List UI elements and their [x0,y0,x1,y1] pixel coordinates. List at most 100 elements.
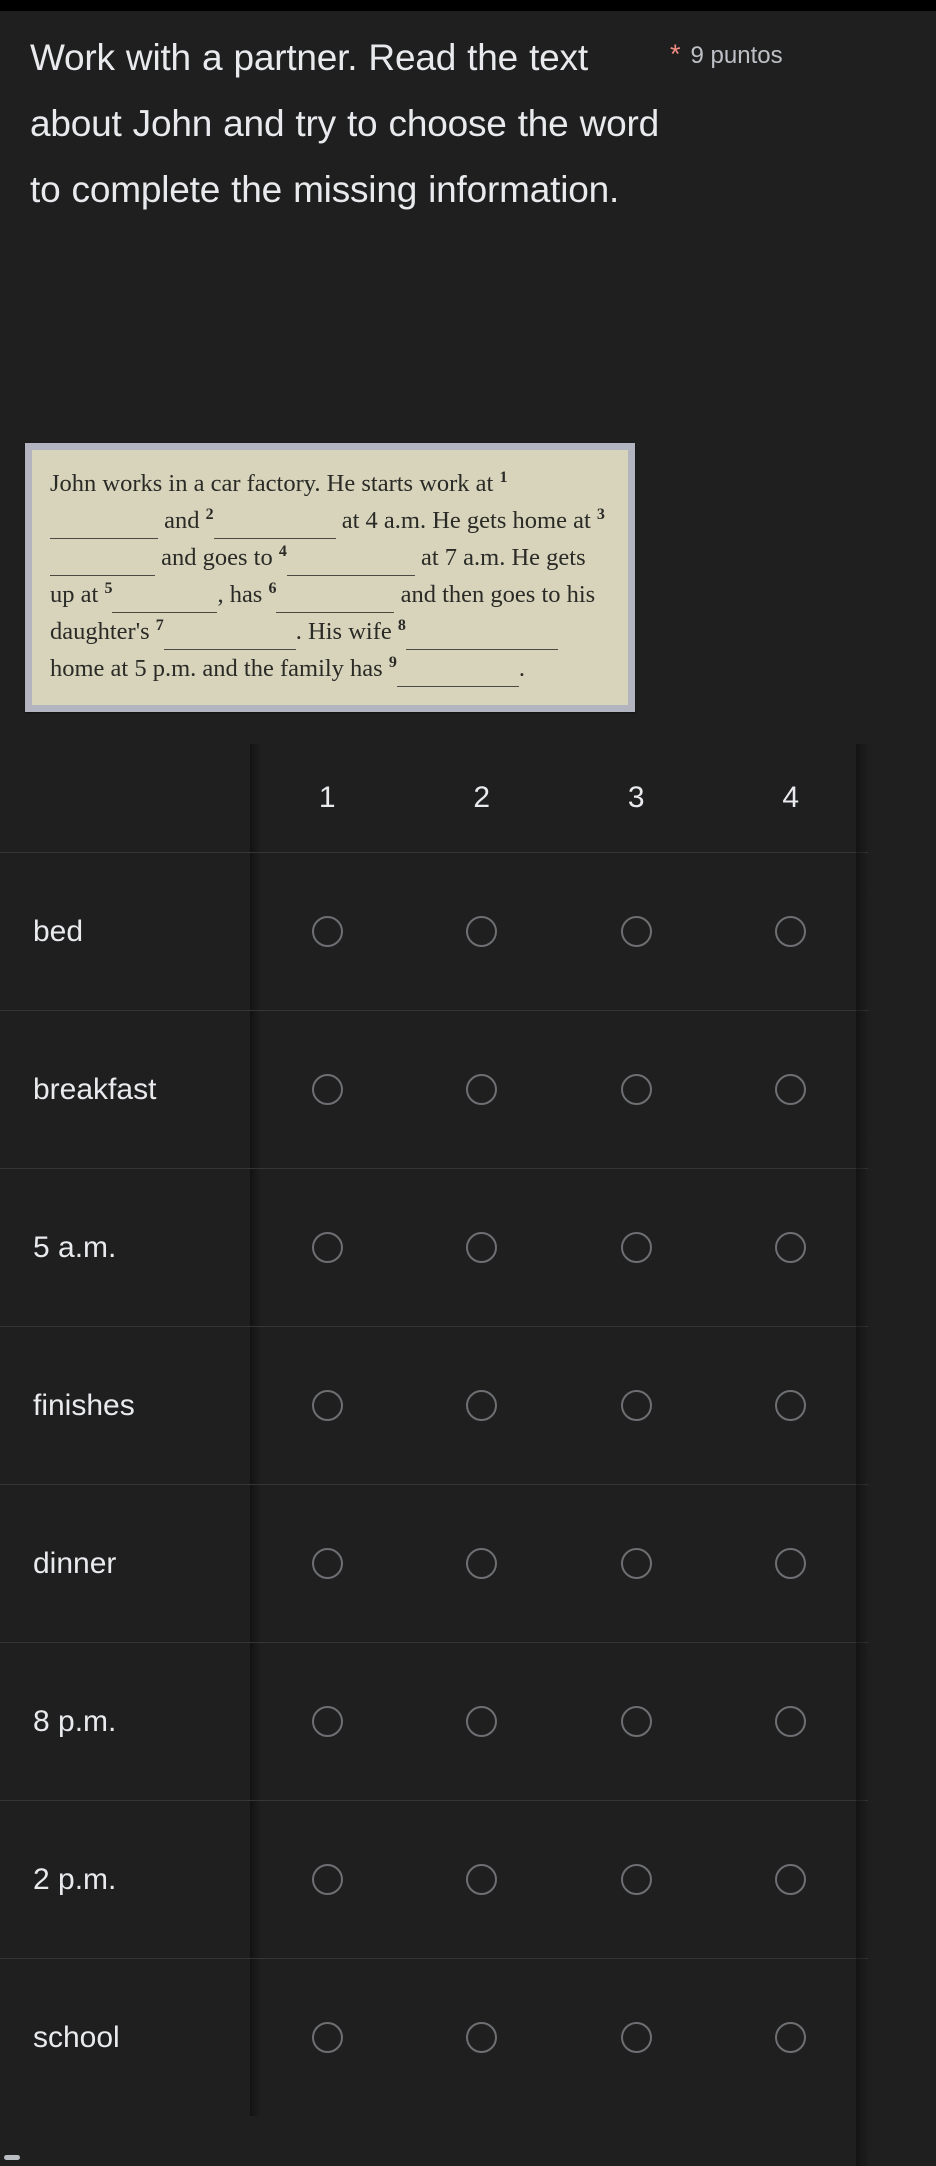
radio-button-icon[interactable] [311,1864,343,1895]
radio-button-icon[interactable] [466,1548,498,1579]
radio-button-icon[interactable] [466,916,498,947]
radio-button-icon[interactable] [775,1232,807,1263]
grid-column-header-3: 3 [559,744,714,852]
radio-cell-bed-1[interactable] [250,852,405,1010]
radio-button-icon[interactable] [311,1706,343,1737]
blank-number-8: 8 [397,616,406,634]
radio-cell-breakfast-3[interactable] [559,1010,714,1168]
radio-button-icon[interactable] [466,1390,498,1421]
radio-cell-2-p-m--4[interactable] [713,1800,868,1958]
radio-button-icon[interactable] [620,1548,652,1579]
radio-cell-school-2[interactable] [404,1958,559,2116]
blank-line-2 [213,538,336,539]
radio-button-icon[interactable] [620,1074,652,1105]
grid-row-options [250,852,868,1010]
radio-cell-dinner-3[interactable] [559,1484,714,1642]
radio-button-icon[interactable] [466,1706,498,1737]
radio-cell-5-a-m--1[interactable] [250,1168,405,1326]
grid-column-header-label: 2 [473,781,491,814]
question-header: Work with a partner. Read the text about… [0,11,936,223]
radio-button-icon[interactable] [775,1864,807,1895]
required-asterisk-icon: * [670,39,681,69]
radio-button-icon[interactable] [311,2022,343,2053]
radio-button-icon[interactable] [311,1232,343,1263]
radio-cell-8-p-m--4[interactable] [713,1642,868,1800]
blank-line-7 [163,649,296,650]
radio-cell-8-p-m--1[interactable] [250,1642,405,1800]
radio-button-icon[interactable] [620,1706,652,1737]
radio-cell-breakfast-4[interactable] [713,1010,868,1168]
radio-cell-bed-2[interactable] [404,852,559,1010]
radio-button-icon[interactable] [311,1390,343,1421]
grid-row-options [250,1484,868,1642]
radio-cell-2-p-m--1[interactable] [250,1800,405,1958]
radio-button-icon[interactable] [775,2022,807,2053]
grid-row: breakfast [0,1010,868,1168]
radio-cell-bed-4[interactable] [713,852,868,1010]
radio-button-icon[interactable] [775,916,807,947]
radio-cell-finishes-2[interactable] [404,1326,559,1484]
radio-cell-breakfast-2[interactable] [404,1010,559,1168]
radio-cell-breakfast-1[interactable] [250,1010,405,1168]
radio-cell-2-p-m--2[interactable] [404,1800,559,1958]
radio-button-icon[interactable] [466,1864,498,1895]
passage-fragment-10: the family has [243,655,389,682]
radio-button-icon[interactable] [466,2022,498,2053]
passage-fragment-11: . [518,655,525,682]
blank-line-6 [276,612,395,613]
radio-cell-8-p-m--3[interactable] [559,1642,714,1800]
radio-cell-dinner-2[interactable] [404,1484,559,1642]
radio-button-icon[interactable] [775,1706,807,1737]
grid-row-options [250,1642,868,1800]
radio-cell-finishes-3[interactable] [559,1326,714,1484]
radio-cell-2-p-m--3[interactable] [559,1800,714,1958]
passage-fragment-4: and goes to [161,544,279,571]
radio-button-icon[interactable] [775,1074,807,1105]
passage-fragment-9: home at 5 p.m. and [50,655,238,682]
radio-button-icon[interactable] [775,1390,807,1421]
blank-number-5: 5 [104,579,113,597]
radio-button-icon[interactable] [620,1232,652,1263]
grid-row: finishes [0,1326,868,1484]
radio-cell-5-a-m--4[interactable] [713,1168,868,1326]
radio-button-icon[interactable] [620,1390,652,1421]
radio-button-icon[interactable] [620,2022,652,2053]
radio-cell-finishes-4[interactable] [713,1326,868,1484]
blank-line-4 [286,575,415,576]
horizontal-scrollbar[interactable] [4,2155,20,2160]
grid-row-label: bed [0,852,261,1010]
grid-column-header-label: 4 [782,781,800,814]
points-label: 9 puntos [690,42,783,69]
radio-cell-5-a-m--2[interactable] [404,1168,559,1326]
radio-button-icon[interactable] [311,1074,343,1105]
grid-header-row: 1 2 3 4 [0,744,868,852]
grid-column-header-4: 4 [713,744,868,852]
radio-cell-school-1[interactable] [250,1958,405,2116]
grid-row-label: 8 p.m. [0,1642,261,1800]
passage-fragment-3: at 4 a.m. He gets home at [335,507,597,534]
radio-button-icon[interactable] [620,1864,652,1895]
blank-number-2: 2 [205,505,214,523]
radio-cell-bed-3[interactable] [559,852,714,1010]
points-container: * 9 puntos [670,25,906,68]
passage-comma: , [217,581,224,608]
question-title: Work with a partner. Read the text about… [30,37,660,210]
radio-button-icon[interactable] [466,1074,498,1105]
radio-cell-school-3[interactable] [559,1958,714,2116]
radio-cell-dinner-4[interactable] [713,1484,868,1642]
radio-cell-school-4[interactable] [713,1958,868,2116]
radio-button-icon[interactable] [311,1548,343,1579]
radio-cell-8-p-m--2[interactable] [404,1642,559,1800]
radio-button-icon[interactable] [775,1548,807,1579]
reading-passage-text: John works in a car factory. He starts w… [32,450,628,705]
blank-line-8 [405,649,558,650]
answer-grid[interactable]: 1 2 3 4 bed breakfast 5 a.m. finishes dinner 8 p.… [0,744,868,2166]
radio-cell-5-a-m--3[interactable] [559,1168,714,1326]
radio-cell-dinner-1[interactable] [250,1484,405,1642]
passage-fragment-6: has [229,581,269,608]
radio-button-icon[interactable] [311,916,343,947]
grid-row-label: 5 a.m. [0,1168,261,1326]
radio-button-icon[interactable] [620,916,652,947]
radio-button-icon[interactable] [466,1232,498,1263]
radio-cell-finishes-1[interactable] [250,1326,405,1484]
